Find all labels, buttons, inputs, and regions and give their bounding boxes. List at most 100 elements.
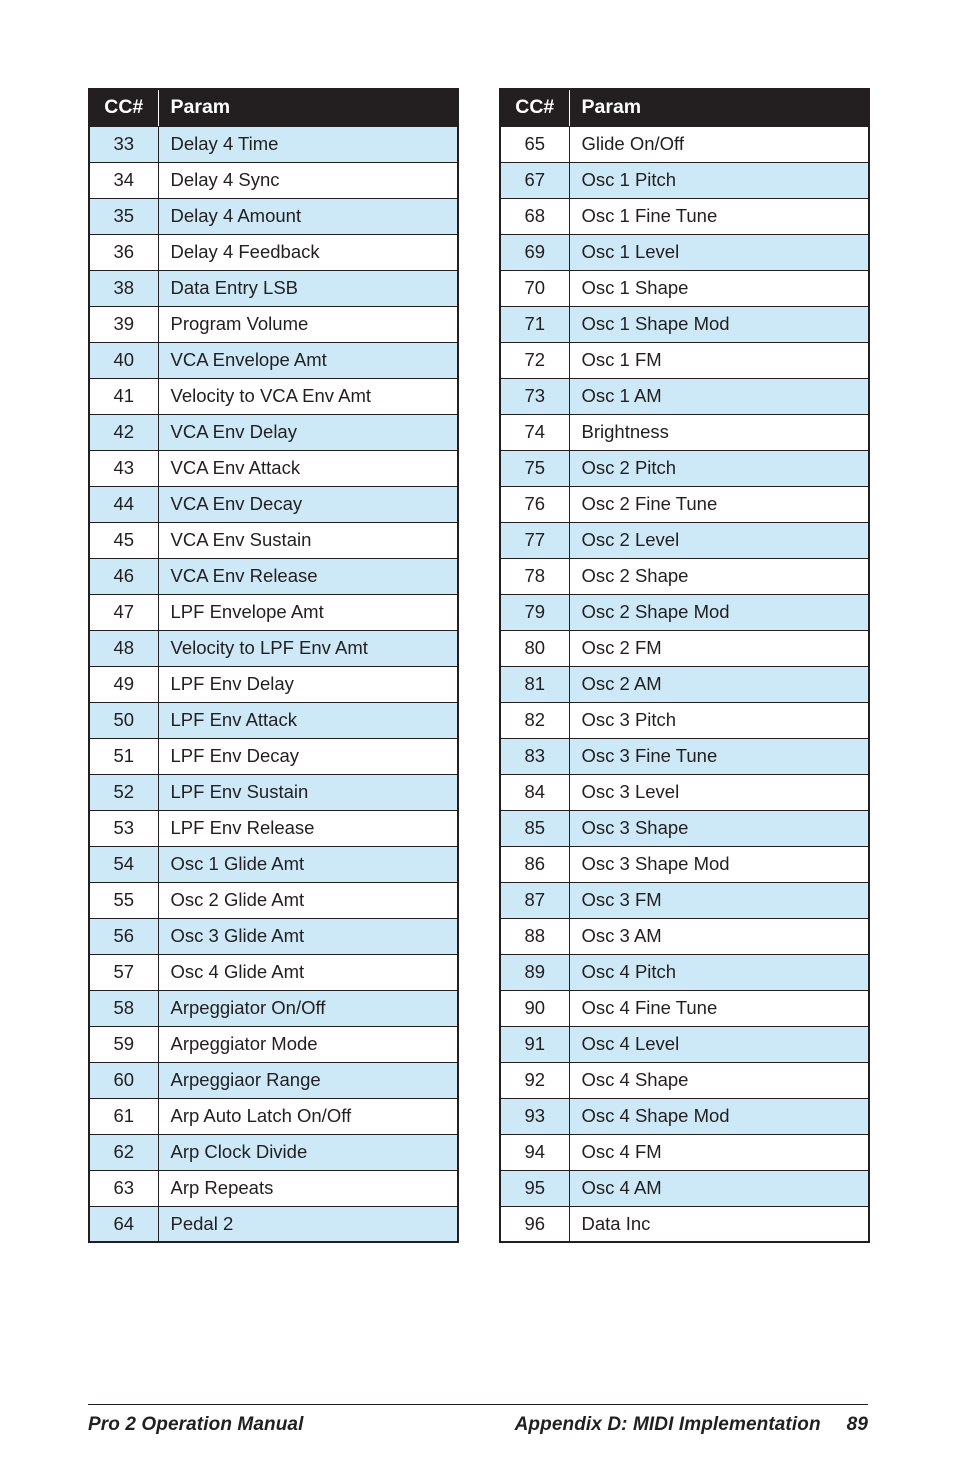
cell-cc-number: 45 [88,521,159,559]
cell-cc-number: 80 [499,629,570,667]
cell-cc-number: 77 [499,521,570,559]
table-row: 63 Arp Repeats [88,1169,459,1207]
table-row: 93 Osc 4 Shape Mod [499,1097,870,1135]
cell-param-name: Osc 1 Fine Tune [568,197,870,235]
table-row: 61 Arp Auto Latch On/Off [88,1097,459,1135]
cell-cc-number: 40 [88,341,159,379]
table-row: 35 Delay 4 Amount [88,197,459,235]
cell-param-name: VCA Env Release [157,557,459,595]
table-row: 88 Osc 3 AM [499,917,870,955]
table-row: 92 Osc 4 Shape [499,1061,870,1099]
table-row: 58 Arpeggiator On/Off [88,989,459,1027]
cell-param-name: Brightness [568,413,870,451]
cell-cc-number: 34 [88,161,159,199]
table-row: 68 Osc 1 Fine Tune [499,197,870,235]
cell-param-name: Arpeggiator Mode [157,1025,459,1063]
cell-cc-number: 81 [499,665,570,703]
cell-param-name: VCA Env Attack [157,449,459,487]
column-header-param: Param [568,88,870,127]
table-row: 52 LPF Env Sustain [88,773,459,811]
cell-cc-number: 55 [88,881,159,919]
cell-param-name: Osc 1 Pitch [568,161,870,199]
column-header-cc: CC# [499,88,570,127]
cell-cc-number: 51 [88,737,159,775]
cell-cc-number: 61 [88,1097,159,1135]
table-row: 41 Velocity to VCA Env Amt [88,377,459,415]
cell-param-name: Pedal 2 [157,1205,459,1243]
cell-param-name: VCA Env Sustain [157,521,459,559]
cell-param-name: LPF Env Decay [157,737,459,775]
table-row: 56 Osc 3 Glide Amt [88,917,459,955]
cell-param-name: Arpeggiator On/Off [157,989,459,1027]
cell-cc-number: 94 [499,1133,570,1171]
cell-cc-number: 52 [88,773,159,811]
table-row: 76 Osc 2 Fine Tune [499,485,870,523]
cell-cc-number: 86 [499,845,570,883]
cell-cc-number: 35 [88,197,159,235]
cell-param-name: Osc 2 Shape [568,557,870,595]
cell-cc-number: 65 [499,125,570,163]
cell-cc-number: 49 [88,665,159,703]
cell-param-name: Osc 1 Shape [568,269,870,307]
cell-param-name: Velocity to LPF Env Amt [157,629,459,667]
cell-cc-number: 53 [88,809,159,847]
table-row: 94 Osc 4 FM [499,1133,870,1171]
cell-cc-number: 71 [499,305,570,343]
footer-manual-title: Pro 2 Operation Manual [88,1414,304,1435]
table-row: 96 Data Inc [499,1205,870,1243]
cell-param-name: VCA Env Delay [157,413,459,451]
table-row: 44 VCA Env Decay [88,485,459,523]
cell-param-name: Arp Repeats [157,1169,459,1207]
cell-cc-number: 73 [499,377,570,415]
cell-cc-number: 85 [499,809,570,847]
page-footer: Pro 2 Operation Manual Appendix D: MIDI … [88,1404,868,1436]
cell-param-name: Osc 3 Pitch [568,701,870,739]
cell-param-name: LPF Env Attack [157,701,459,739]
table-row: 83 Osc 3 Fine Tune [499,737,870,775]
cell-param-name: Osc 2 Fine Tune [568,485,870,523]
table-row: 91 Osc 4 Level [499,1025,870,1063]
cell-cc-number: 87 [499,881,570,919]
cell-param-name: Osc 4 Fine Tune [568,989,870,1027]
cell-param-name: Osc 3 Shape [568,809,870,847]
cell-cc-number: 90 [499,989,570,1027]
cell-cc-number: 88 [499,917,570,955]
cell-cc-number: 67 [499,161,570,199]
cell-param-name: Program Volume [157,305,459,343]
footer-right-group: Appendix D: MIDI Implementation 89 [515,1414,868,1436]
table-row: 69 Osc 1 Level [499,233,870,271]
cell-cc-number: 84 [499,773,570,811]
header-row: CC# Param [499,88,870,127]
table-row: 89 Osc 4 Pitch [499,953,870,991]
cell-cc-number: 56 [88,917,159,955]
cell-param-name: Osc 4 Level [568,1025,870,1063]
table-row: 55 Osc 2 Glide Amt [88,881,459,919]
cell-param-name: Osc 1 AM [568,377,870,415]
cell-param-name: Arpeggiaor Range [157,1061,459,1099]
table-row: 85 Osc 3 Shape [499,809,870,847]
cell-cc-number: 91 [499,1025,570,1063]
table-body-right: 65 Glide On/Off 67 Osc 1 Pitch 68 Osc 1 Fine … [499,125,870,1243]
cell-param-name: Osc 3 Glide Amt [157,917,459,955]
cell-param-name: Glide On/Off [568,125,870,163]
cell-cc-number: 76 [499,485,570,523]
cell-param-name: LPF Env Delay [157,665,459,703]
cell-param-name: Delay 4 Feedback [157,233,459,271]
cell-cc-number: 92 [499,1061,570,1099]
cell-cc-number: 38 [88,269,159,307]
table-row: 78 Osc 2 Shape [499,557,870,595]
cell-param-name: Osc 1 FM [568,341,870,379]
cell-cc-number: 48 [88,629,159,667]
footer-divider [88,1404,868,1405]
cell-param-name: Osc 3 Level [568,773,870,811]
cell-cc-number: 69 [499,233,570,271]
table-row: 45 VCA Env Sustain [88,521,459,559]
table-row: 54 Osc 1 Glide Amt [88,845,459,883]
cell-cc-number: 89 [499,953,570,991]
cell-cc-number: 79 [499,593,570,631]
table-row: 86 Osc 3 Shape Mod [499,845,870,883]
table-row: 64 Pedal 2 [88,1205,459,1243]
cell-param-name: Arp Auto Latch On/Off [157,1097,459,1135]
cell-param-name: Arp Clock Divide [157,1133,459,1171]
table-row: 95 Osc 4 AM [499,1169,870,1207]
